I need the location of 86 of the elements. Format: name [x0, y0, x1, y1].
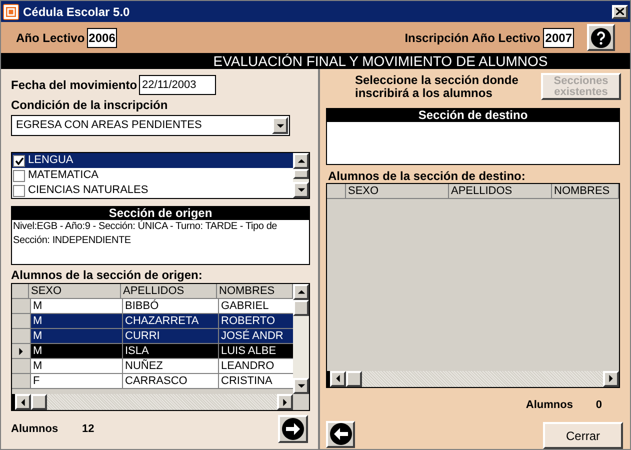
scroll-thumb[interactable] [346, 370, 362, 386]
right-arrow-icon [608, 374, 614, 383]
scroll-button[interactable] [603, 370, 619, 386]
grid-row[interactable]: M NUÑEZ LEANDRO [12, 359, 293, 374]
table-cell: M [31, 314, 123, 328]
table-cell: M [31, 299, 123, 313]
year-field[interactable]: 2006 [86, 28, 118, 48]
help-icon [591, 28, 611, 48]
right-arrow-icon [282, 398, 288, 406]
up-arrow-icon [296, 158, 306, 164]
window-title: Cédula Escolar 5.0 [23, 4, 131, 20]
scroll-button[interactable] [293, 284, 309, 300]
date-field[interactable]: 22/11/2003 [139, 75, 216, 95]
table-cell: LEANDRO [219, 359, 293, 373]
area-item[interactable]: LENGUA [12, 153, 293, 168]
down-arrow-icon [296, 187, 306, 193]
destination-count: 0 [596, 398, 602, 412]
column-header[interactable]: SEXO [29, 284, 121, 298]
left-arrow-icon [335, 374, 341, 383]
table-cell: CARRASCO [123, 374, 219, 388]
scroll-thumb[interactable] [31, 394, 47, 410]
column-header[interactable]: NOMBRES [552, 184, 619, 198]
table-cell: JOSÉ ANDR [219, 329, 293, 343]
origin-count: 12 [82, 422, 96, 437]
enroll-year-label: Inscripción Año Lectivo [404, 30, 540, 46]
date-label: Fecha del movimiento [11, 77, 138, 94]
checkbox[interactable] [13, 184, 25, 196]
destination-count-label: Alumnos [526, 398, 574, 412]
destination-prompt: Seleccione la sección donde inscribirá a los alumnos [355, 74, 520, 100]
scroll-button[interactable] [293, 378, 309, 394]
condition-label: Condición de la inscripción [11, 98, 169, 113]
origin-section-text: Nivel:EGB - Año:9 - Sección: ÚNICA - Turno: TARDE - Tipo de Sección: INDEPENDIENTE [12, 220, 278, 248]
scroll-button[interactable] [277, 394, 293, 410]
table-cell: M [31, 329, 123, 343]
scroll-button[interactable] [330, 370, 346, 386]
table-cell: CHAZARRETA [123, 314, 219, 328]
row-pointer-icon [18, 346, 24, 356]
table-cell: ROBERTO [219, 314, 293, 328]
help-button[interactable] [587, 24, 615, 51]
grid-row[interactable]: M BIBBÓ GABRIEL [12, 299, 293, 314]
table-cell: LUIS ALBE [219, 344, 293, 358]
scroll-thumb[interactable] [293, 300, 309, 316]
scroll-thumb[interactable] [293, 169, 309, 179]
column-header[interactable]: SEXO [346, 184, 449, 198]
grid-row[interactable]: F CARRASCO CRISTINA [12, 374, 293, 389]
origin-section-title: Sección de origen [12, 207, 309, 220]
table-cell: CRISTINA [219, 374, 293, 388]
dropdown-arrow-icon [276, 122, 284, 128]
scroll-button[interactable] [293, 153, 309, 169]
column-header[interactable]: APELLIDOS [449, 184, 552, 198]
area-item[interactable]: CIENCIAS NATURALES [12, 183, 293, 198]
year-label: Año Lectivo [16, 30, 85, 46]
down-arrow-icon [296, 383, 306, 389]
left-arrow-icon [20, 398, 26, 406]
condition-dropdown[interactable]: EGRESA CON AREAS PENDIENTES [11, 115, 290, 136]
checkbox[interactable] [13, 170, 25, 182]
origin-students-label: Alumnos de la sección de origen: [11, 267, 204, 283]
close-window-button[interactable]: Cerrar [543, 422, 623, 449]
section-banner: EVALUACIÓN FINAL Y MOVIMIENTO DE ALUMNOS [1, 53, 630, 69]
grid-row[interactable]: M CHAZARRETA ROBERTO [12, 314, 293, 329]
check-icon [14, 156, 24, 164]
area-item[interactable]: MATEMATICA [12, 168, 293, 183]
destination-section-title: Sección de destino [327, 108, 619, 122]
table-cell: M [31, 359, 123, 373]
destination-students-label: Alumnos de la sección de destino: [328, 168, 526, 183]
table-cell: GABRIEL [219, 299, 293, 313]
table-cell: CURRI [123, 329, 219, 343]
scroll-button[interactable] [15, 394, 31, 410]
table-cell: F [31, 374, 123, 388]
scroll-button[interactable] [293, 182, 309, 198]
table-cell: ISLA [123, 344, 219, 358]
up-arrow-icon [296, 289, 306, 295]
close-button[interactable] [612, 4, 628, 18]
grid-row[interactable]: M ISLA LUIS ALBE [12, 344, 293, 359]
column-header[interactable]: APELLIDOS [121, 284, 217, 298]
checkbox[interactable] [13, 154, 25, 166]
grid-row[interactable]: M CURRI JOSÉ ANDR [12, 329, 293, 344]
table-cell: BIBBÓ [123, 299, 219, 313]
close-icon [616, 8, 624, 15]
enroll-year-field[interactable]: 2007 [543, 28, 574, 48]
table-cell: M [31, 344, 123, 358]
app-logo-icon [3, 4, 19, 20]
move-left-button[interactable] [326, 420, 355, 448]
origin-count-label: Alumnos [11, 422, 60, 437]
move-right-button[interactable] [278, 415, 308, 443]
table-cell: NUÑEZ [123, 359, 219, 373]
